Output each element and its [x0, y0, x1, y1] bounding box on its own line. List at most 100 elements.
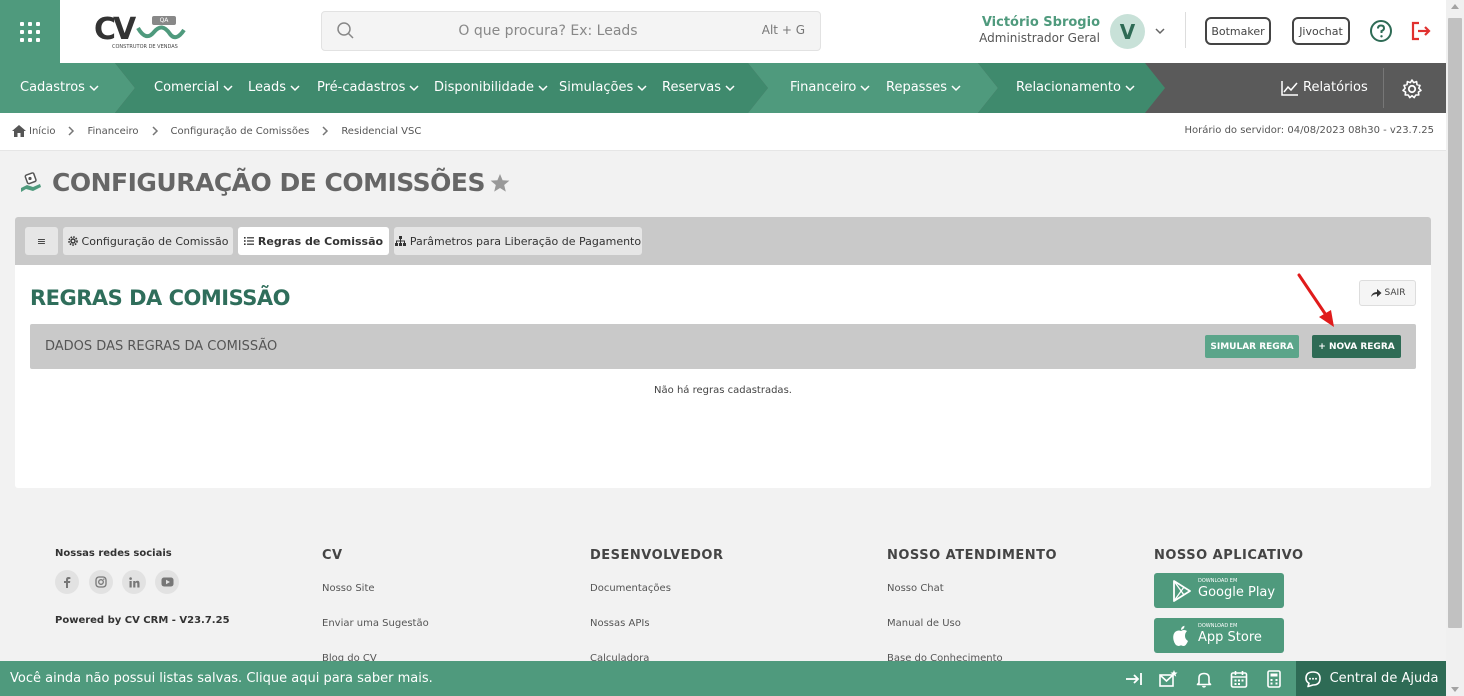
nav-relacionamento[interactable]: Relacionamento — [1016, 63, 1135, 113]
vertical-scrollbar[interactable] — [1446, 0, 1464, 696]
footer-col-atendimento-title: NOSSO ATENDIMENTO — [887, 548, 1058, 563]
search-box[interactable]: Alt + G — [321, 11, 821, 51]
footer-link-chat[interactable]: Nosso Chat — [887, 583, 944, 594]
nav-leads[interactable]: Leads — [248, 63, 300, 113]
chevron-down-icon — [538, 84, 548, 91]
google-play-icon — [1173, 580, 1191, 602]
breadcrumb: Início Financeiro Configuração de Comiss… — [12, 125, 421, 137]
tabs-bar: ≡ Configuração de Comissão Regras de Com… — [15, 217, 1431, 265]
page-title: CONFIGURAÇÃO DE COMISSÕES — [52, 168, 486, 197]
youtube-icon[interactable] — [155, 570, 179, 594]
help-center-button[interactable]: Central de Ajuda — [1296, 661, 1446, 696]
sitemap-icon — [394, 236, 406, 246]
breadcrumb-configuracao[interactable]: Configuração de Comissões — [171, 126, 310, 137]
mail-star-icon[interactable] — [1158, 669, 1178, 689]
section-title: REGRAS DA COMISSÃO — [30, 286, 291, 310]
chevron-down-icon — [290, 84, 300, 91]
chevron-down-icon — [860, 84, 870, 91]
scroll-down-arrow-icon[interactable] — [1451, 687, 1459, 692]
tab-parametros-pagamento[interactable]: Parâmetros para Liberação de Pagamento — [394, 227, 642, 255]
commission-panel: ≡ Configuração de Comissão Regras de Com… — [15, 217, 1431, 488]
nav-relatorios[interactable]: Relatórios — [1281, 63, 1368, 113]
jivochat-button[interactable]: Jivochat — [1292, 17, 1350, 45]
nav-cadastros[interactable]: Cadastros — [20, 63, 99, 113]
logo-subtitle: CONSTRUTOR DE VENDAS — [112, 44, 178, 50]
facebook-icon[interactable] — [55, 570, 79, 594]
tab-regras-comissao[interactable]: Regras de Comissão — [238, 227, 389, 255]
search-icon — [337, 22, 354, 39]
main-nav: Cadastros Comercial Leads Pré-cadastros … — [0, 63, 1446, 113]
breadcrumb-inicio[interactable]: Início — [29, 126, 55, 137]
breadcrumb-current: Residencial VSC — [341, 125, 422, 137]
google-play-button[interactable]: DOWNLOAD EM Google Play — [1154, 573, 1284, 608]
exit-button[interactable]: SAIR — [1359, 280, 1416, 306]
scrollbar-thumb[interactable] — [1448, 18, 1462, 628]
server-time: Horário do servidor: 04/08/2023 08h30 - … — [1184, 125, 1434, 136]
nav-simulacoes[interactable]: Simulações — [559, 63, 647, 113]
logo-text: CV — [94, 12, 136, 47]
nav-financeiro[interactable]: Financeiro — [790, 63, 870, 113]
logo[interactable]: CV QA CONSTRUTOR DE VENDAS — [92, 10, 188, 54]
footer-col-cv-title: CV — [322, 548, 343, 563]
nav-reservas[interactable]: Reservas — [662, 63, 735, 113]
gear-icon[interactable] — [1401, 78, 1423, 100]
share-arrow-icon — [1370, 289, 1382, 297]
list-icon — [243, 237, 254, 245]
nav-comercial[interactable]: Comercial — [154, 63, 233, 113]
instagram-icon[interactable] — [89, 570, 113, 594]
nav-pre-cadastros[interactable]: Pré-cadastros — [317, 63, 419, 113]
breadcrumb-financeiro[interactable]: Financeiro — [87, 126, 138, 137]
help-icon[interactable] — [1369, 19, 1393, 43]
calculator-icon[interactable] — [1264, 669, 1284, 689]
empty-rules-message: Não há regras cadastradas. — [654, 385, 792, 396]
footer-link-nosso-site[interactable]: Nosso Site — [322, 583, 375, 594]
footer-link-sugestao[interactable]: Enviar uma Sugestão — [322, 618, 429, 629]
chevron-right-icon — [151, 126, 158, 136]
money-hand-icon — [21, 171, 41, 192]
user-role: Administrador Geral — [979, 31, 1100, 45]
simulate-rule-button[interactable]: SIMULAR REGRA — [1205, 335, 1299, 358]
grid-icon — [20, 21, 40, 42]
calendar-icon[interactable] — [1229, 669, 1249, 689]
footer-col-app-title: NOSSO APLICATIVO — [1154, 548, 1304, 563]
nav-divider — [1383, 68, 1384, 108]
new-rule-button[interactable]: + NOVA REGRA — [1312, 335, 1401, 358]
chevron-down-icon[interactable] — [1153, 24, 1167, 38]
chevron-down-icon — [951, 84, 961, 91]
collapse-right-icon[interactable] — [1124, 669, 1144, 689]
rules-data-title: DADOS DAS REGRAS DA COMISSÃO — [45, 339, 278, 354]
chevron-down-icon — [725, 84, 735, 91]
footer-link-manual[interactable]: Manual de Uso — [887, 618, 961, 629]
apps-menu-button[interactable] — [0, 0, 60, 63]
footer-link-apis[interactable]: Nossas APIs — [590, 618, 650, 629]
footer-col-dev-title: DESENVOLVEDOR — [590, 548, 724, 563]
home-icon — [12, 125, 26, 137]
linkedin-icon[interactable] — [122, 570, 146, 594]
app-store-button[interactable]: DOWNLOAD EM App Store — [1154, 618, 1284, 653]
chat-bubble-icon — [1304, 670, 1321, 687]
tab-configuracao-comissao[interactable]: Configuração de Comissão — [63, 227, 233, 255]
botmaker-button[interactable]: Botmaker — [1205, 17, 1271, 45]
avatar[interactable]: V — [1110, 14, 1145, 49]
bottom-status-bar: Você ainda não possui listas salvas. Cli… — [0, 661, 1446, 696]
rules-data-header: DADOS DAS REGRAS DA COMISSÃO SIMULAR REG… — [30, 324, 1416, 369]
nav-disponibilidade[interactable]: Disponibilidade — [434, 63, 548, 113]
footer-link-documentacoes[interactable]: Documentações — [590, 583, 671, 594]
bell-icon[interactable] — [1194, 669, 1214, 689]
scroll-up-arrow-icon[interactable] — [1451, 4, 1459, 9]
footer: Nossas redes sociais Powered by CV CRM -… — [0, 530, 1446, 664]
annotation-arrow-icon — [1297, 273, 1334, 327]
search-input[interactable] — [368, 12, 728, 50]
chevron-down-icon — [89, 84, 99, 91]
header-divider — [1185, 12, 1186, 48]
chevron-down-icon — [1125, 84, 1135, 91]
user-info[interactable]: Victório Sbrogio Administrador Geral — [960, 15, 1100, 45]
nav-repasses[interactable]: Repasses — [886, 63, 961, 113]
star-icon[interactable] — [489, 172, 511, 194]
tab-menu-toggle[interactable]: ≡ — [25, 227, 58, 255]
chart-line-icon — [1281, 80, 1298, 96]
logout-icon[interactable] — [1409, 19, 1433, 43]
social-title: Nossas redes sociais — [55, 548, 172, 559]
saved-lists-message[interactable]: Você ainda não possui listas salvas. Cli… — [10, 671, 433, 686]
top-header: CV QA CONSTRUTOR DE VENDAS Alt + G Victó… — [0, 0, 1446, 63]
